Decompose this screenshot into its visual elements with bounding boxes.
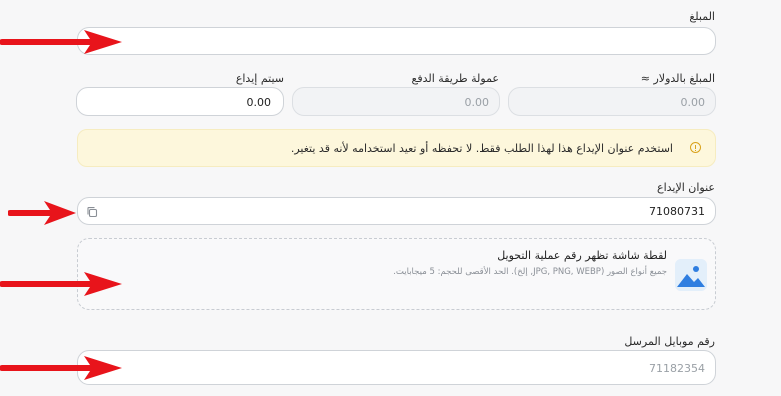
screenshot-upload-dropzone[interactable]: لقطة شاشة تظهر رقم عملية التحويل جميع أن… xyxy=(77,238,716,310)
deposit-total-field: 0.00 xyxy=(76,87,284,116)
annotation-arrow-4 xyxy=(0,356,122,380)
upload-hint: جميع أنواع الصور (JPG, PNG, WEBP, إلخ). … xyxy=(393,267,667,277)
upload-title: لقطة شاشة تظهر رقم عملية التحويل xyxy=(497,249,667,262)
usd-amount-label: المبلغ بالدولار ≈ xyxy=(640,72,715,85)
annotation-arrow-2 xyxy=(8,201,76,225)
usd-amount-field: 0.00 xyxy=(508,87,716,116)
deposit-total-value: 0.00 xyxy=(246,96,272,109)
annotation-arrow-1 xyxy=(0,30,122,54)
sender-mobile-placeholder: 71182354 xyxy=(649,362,705,375)
sender-mobile-input[interactable]: 71182354 xyxy=(77,350,716,385)
copy-icon[interactable] xyxy=(86,206,98,218)
usd-amount-value: 0.00 xyxy=(680,96,706,109)
annotation-arrow-3 xyxy=(0,272,122,296)
deposit-address-label: عنوان الإيداع xyxy=(657,181,715,194)
fee-field: 0.00 xyxy=(292,87,500,116)
amount-input[interactable] xyxy=(77,27,716,55)
fee-label: عمولة طريقة الدفع xyxy=(411,72,500,85)
warning-icon xyxy=(690,142,701,153)
fee-value: 0.00 xyxy=(464,96,490,109)
notice-text: استخدم عنوان الإيداع هذا لهذا الطلب فقط.… xyxy=(290,142,673,155)
image-icon xyxy=(675,259,707,291)
deposit-total-label: سيتم إيداع xyxy=(235,72,284,85)
deposit-address-field: 71080731 xyxy=(77,197,716,225)
amount-label: المبلغ xyxy=(689,10,715,23)
deposit-address-notice: استخدم عنوان الإيداع هذا لهذا الطلب فقط.… xyxy=(77,129,716,167)
sender-mobile-label: رقم موبايل المرسل xyxy=(624,335,715,348)
deposit-address-value: 71080731 xyxy=(649,205,705,218)
